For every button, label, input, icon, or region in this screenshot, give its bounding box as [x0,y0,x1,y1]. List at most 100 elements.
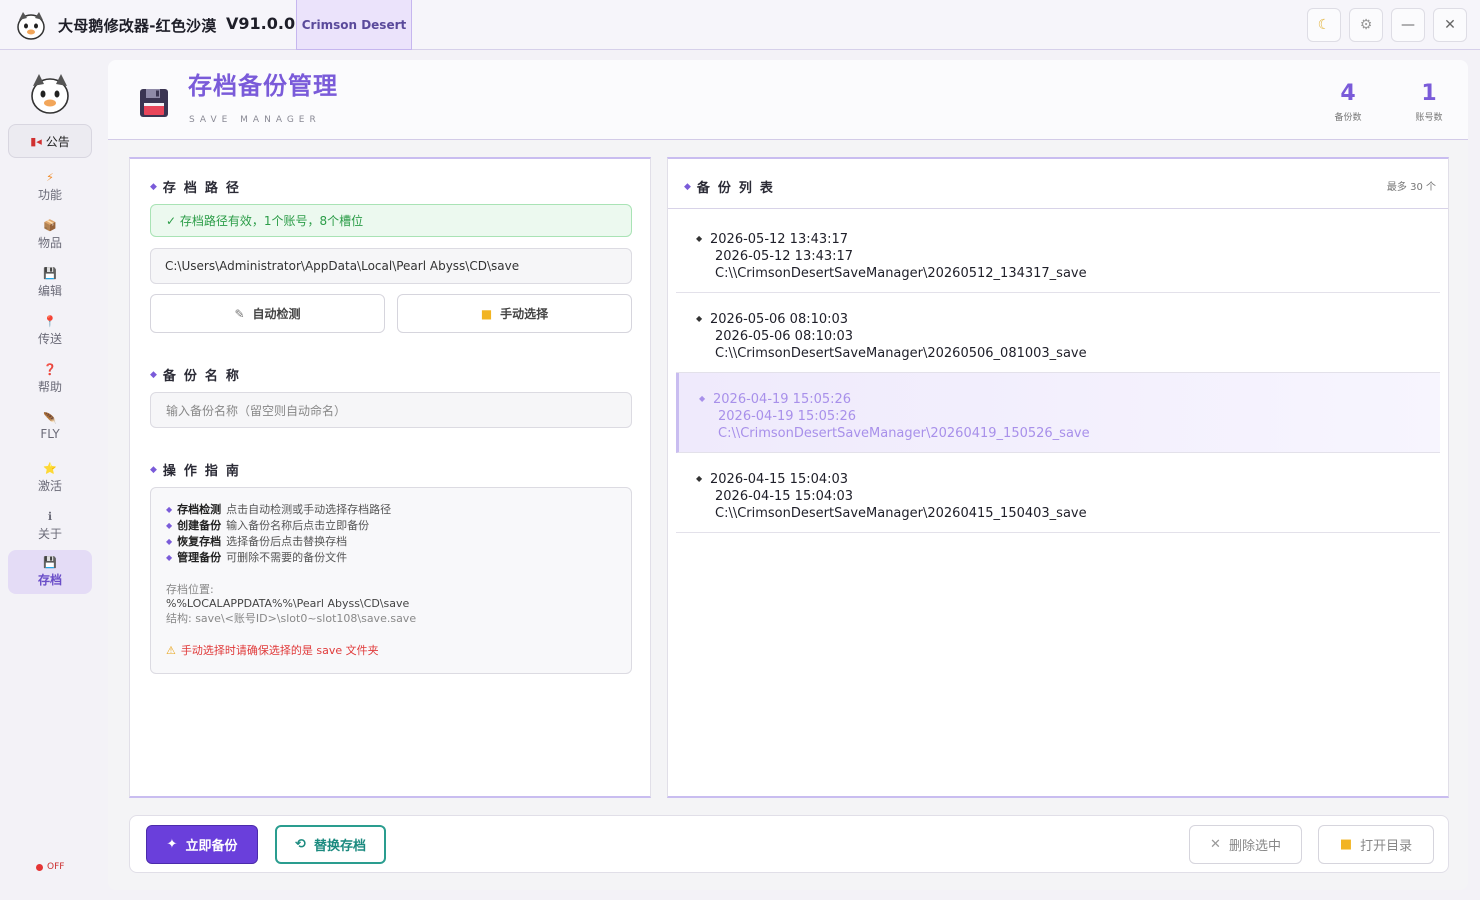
sidebar-item-label: 传送 [37,331,62,346]
sidebar-item-label: 帮助 [37,379,62,394]
page-subtitle: SAVE MANAGER [189,115,321,125]
section-title-text: 备份列表 [696,181,781,196]
structure-text: 结构: save\<账号ID>\slot0~slot108\save.save [166,612,417,625]
minimize-icon: — [1401,17,1415,33]
sidebar-item-fly[interactable]: 🪶 FLY [8,405,92,449]
diamond-icon: ◆ [166,536,173,546]
section-title-guide: ◆ 操作指南 [150,460,247,479]
sidebar-notice-button[interactable]: ▮◂ 公告 [8,124,92,158]
backup-list-item[interactable]: ◆ 2026-05-06 08:10:03 2026-05-06 08:10:0… [676,293,1440,373]
delete-selected-label: 删除选中 [1228,839,1281,854]
sidebar-item-activate[interactable]: ⭐ 激活 [8,456,92,500]
auto-detect-button[interactable]: ✎ 自动检测 [150,294,385,333]
backup-path: C:\\CrimsonDesertSaveManager\20260419_15… [718,426,1090,441]
settings-button[interactable]: ⚙ [1349,8,1383,42]
open-directory-label: 打开目录 [1360,839,1413,854]
section-title-text: 存档路径 [162,181,247,196]
guide-item: ◆ 恢复存档 选择备份后点击替换存档 [166,533,616,549]
stat-accounts: 1 账号数 [1404,81,1454,124]
backup-limit: 最多 30 个 [1386,182,1436,193]
backup-path: C:\\CrimsonDesertSaveManager\20260506_08… [715,346,1087,361]
diamond-icon: ◆ [150,464,157,475]
sidebar-item-label: 物品 [37,235,62,250]
pin-icon: 📍 [43,314,57,328]
guide-item-text: 输入备份名称后点击立即备份 [226,519,370,532]
sidebar-item-label: 关于 [37,526,62,541]
warning-icon: ⚠ [166,643,176,657]
backup-list-header: ◆ 备份列表 最多 30 个 [668,159,1448,209]
backup-now-label: 立即备份 [185,839,238,854]
stat-label: 账号数 [1415,113,1443,123]
diamond-icon: ◆ [166,520,173,530]
backup-name-input[interactable]: 输入备份名称（留空则自动命名） [150,392,632,428]
backup-list-item[interactable]: ◆ 2026-04-15 15:04:03 2026-04-15 15:04:0… [676,453,1440,533]
sidebar-item-edit[interactable]: 💾 编辑 [8,261,92,305]
guide-item-title: 恢复存档 [177,535,222,548]
close-button[interactable]: ✕ [1433,8,1467,42]
minimize-button[interactable]: — [1391,8,1425,42]
stat-value: 1 [1421,81,1437,106]
save-path-field[interactable]: C:\Users\Administrator\AppData\Local\Pea… [150,248,632,284]
replace-save-label: 替换存档 [313,839,366,854]
sidebar-item-label: 功能 [37,187,62,202]
manual-select-label: 手动选择 [500,307,549,321]
sparkle-icon: ✦ [166,837,178,852]
replace-save-button[interactable]: ⟲ 替换存档 [275,825,386,864]
open-directory-button[interactable]: ■ 打开目录 [1318,825,1434,864]
diamond-icon: ◆ [166,504,173,514]
manual-select-button[interactable]: ■ 手动选择 [397,294,632,333]
sidebar-item-about[interactable]: ℹ 关于 [8,504,92,548]
auto-detect-label: 自动检测 [252,307,301,321]
sidebar-item-save[interactable]: 💾 存档 [8,550,92,594]
status-text: OFF [47,862,65,872]
sidebar-item-help[interactable]: ❓ 帮助 [8,357,92,401]
diamond-icon: ◆ [696,474,703,483]
diamond-icon: ◆ [699,394,706,403]
title-bar: 大母鹅修改器-红色沙漠 V91.0.0 Crimson Desert ☾ ⚙ —… [0,0,1480,50]
backup-list-item-selected[interactable]: ◆ 2026-04-19 15:05:26 2026-04-19 15:05:2… [676,373,1440,453]
path-status-message: ✓ 存档路径有效，1个账号，8个槽位 [150,204,632,237]
question-icon: ❓ [43,362,57,376]
guide-item-text: 点击自动检测或手动选择存档路径 [226,503,392,516]
backup-now-button[interactable]: ✦ 立即备份 [146,825,258,864]
delete-selected-button[interactable]: ✕ 删除选中 [1189,825,1302,864]
close-icon: ✕ [1210,837,1221,852]
diamond-icon: ◆ [150,181,157,192]
guide-item: ◆ 创建备份 输入备份名称后点击立即备份 [166,517,616,533]
backup-time: 2026-05-12 13:43:17 [715,249,854,264]
section-title-path: ◆ 存档路径 [150,177,247,196]
close-icon: ✕ [1444,17,1456,33]
gear-icon: ⚙ [1359,17,1373,33]
location-label: 存档位置: [166,583,214,596]
theme-toggle-button[interactable]: ☾ [1307,8,1341,42]
sidebar-item-features[interactable]: ⚡ 功能 [8,165,92,209]
status-dot-icon [36,863,43,871]
box-icon: 📦 [43,218,57,232]
backup-list-item[interactable]: ◆ 2026-05-12 13:43:17 2026-05-12 13:43:1… [676,213,1440,293]
diamond-icon: ◆ [684,181,691,192]
backup-title: 2026-04-15 15:04:03 [710,472,849,487]
floppy-icon: 💾 [43,555,57,569]
sidebar-item-items[interactable]: 📦 物品 [8,213,92,257]
guide-box: ◆ 存档检测 点击自动检测或手动选择存档路径 ◆ 创建备份 输入备份名称后点击立… [150,487,632,674]
sidebar-item-teleport[interactable]: 📍 传送 [8,309,92,353]
app-version: V91.0.0 [226,14,296,33]
location-value: %%LOCALAPPDATA%%\Pearl Abyss\CD\save [166,597,410,610]
guide-item-title: 管理备份 [177,551,222,564]
diamond-icon: ◆ [696,314,703,323]
game-tab[interactable]: Crimson Desert [296,0,412,50]
left-panel: ◆ 存档路径 ✓ 存档路径有效，1个账号，8个槽位 C:\Users\Admin… [129,157,651,798]
section-title-name: ◆ 备份名称 [150,365,247,384]
section-title-list: ◆ 备份列表 [684,177,781,196]
goose-avatar-icon [31,74,69,114]
wand-icon: ✎ [234,306,245,321]
backup-path: C:\\CrimsonDesertSaveManager\20260512_13… [715,266,1087,281]
backup-path: C:\\CrimsonDesertSaveManager\20260415_15… [715,506,1087,521]
page-header: 存档备份管理 SAVE MANAGER 4 备份数 1 账号数 [108,60,1468,140]
app-title: 大母鹅修改器-红色沙漠 [58,17,217,35]
backup-time: 2026-05-06 08:10:03 [715,329,854,344]
status-indicator: OFF [36,862,64,872]
diamond-icon: ◆ [696,234,703,243]
sidebar: ▮◂ 公告 ⚡ 功能 📦 物品 💾 编辑 📍 传送 ❓ 帮助 🪶 FLY ⭐ 激… [0,50,100,900]
sidebar-item-label: 存档 [37,572,62,587]
